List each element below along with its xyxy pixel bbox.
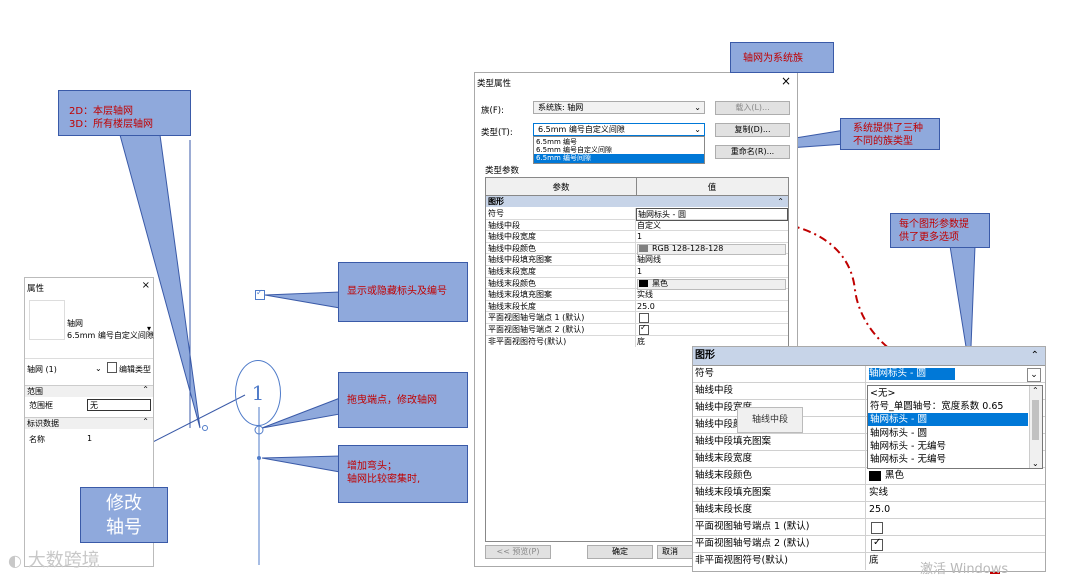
col-param: 参数 bbox=[552, 183, 570, 193]
type-value: 6.5mm 编号自定义间隙 bbox=[538, 125, 625, 134]
callout-system-family: 轴网为系统族 bbox=[730, 42, 834, 73]
callout-elbow: 增加弯头； 轴网比较密集时, bbox=[338, 445, 468, 503]
color-swatch-icon bbox=[869, 471, 881, 481]
dropdown-option[interactable]: 轴网标头 - 圆 bbox=[870, 427, 927, 440]
cancel-button[interactable]: 取消 bbox=[657, 545, 697, 559]
callout-three-types: 系统提供了三种 不同的族类型 bbox=[840, 118, 940, 150]
callout-more-options: 每个图形参数提 供了更多选项 bbox=[890, 213, 990, 248]
family-select[interactable]: 系统族: 轴网 ⌄ bbox=[533, 101, 705, 114]
edit-type-button[interactable]: 编辑类型 bbox=[119, 364, 151, 375]
close-icon[interactable]: × bbox=[781, 74, 791, 88]
group-graphics: 图形 bbox=[488, 197, 504, 206]
chevron-up-icon[interactable]: ⌃ bbox=[1032, 386, 1039, 395]
dropdown-option[interactable]: 轴网标头 - 无编号 bbox=[870, 440, 946, 453]
param-row[interactable]: 轴线末段填充图案 实线 bbox=[486, 289, 788, 301]
preview-button[interactable]: << 预览(P) bbox=[485, 545, 551, 559]
dropdown-option[interactable]: <无> bbox=[870, 387, 895, 400]
param-row[interactable]: 平面视图轴号端点 1 (默认) bbox=[486, 312, 788, 324]
range-box-value[interactable]: 无 bbox=[87, 399, 151, 411]
section-identity: 标识数据 bbox=[27, 419, 59, 428]
type-preview bbox=[29, 300, 65, 340]
section-range: 范围 bbox=[27, 387, 43, 396]
family-value: 系统族: 轴网 bbox=[538, 103, 584, 112]
col-value: 值 bbox=[707, 183, 717, 193]
param-row[interactable]: 轴线中段 自定义 bbox=[486, 219, 788, 232]
checkbox-checked[interactable]: ✓ bbox=[871, 537, 883, 551]
param-row[interactable]: 轴线中段颜色 RGB 128-128-128 bbox=[486, 242, 788, 255]
checkbox[interactable] bbox=[871, 522, 883, 534]
duplicate-button[interactable]: 复制(D)... bbox=[715, 123, 790, 137]
type-options-list: 6.5mm 编号 6.5mm 编号自定义间隙 6.5mm 编号间隙 bbox=[533, 136, 705, 164]
grid-bubble-number: 1 bbox=[251, 381, 265, 405]
callout-drag: 拖曳端点，修改轴网 bbox=[338, 372, 468, 428]
range-box-label: 范围框 bbox=[29, 401, 53, 410]
close-icon[interactable]: × bbox=[142, 280, 150, 291]
param-row[interactable]: 轴线中段填充图案 轴网线 bbox=[486, 254, 788, 266]
symbol-dropdown-list: <无> 符号_单圆轴号：宽度系数 0.65 轴网标头 - 圆 轴网标头 - 圆 … bbox=[867, 385, 1043, 469]
type-option-selected[interactable]: 6.5mm 编号间隙 bbox=[534, 154, 704, 163]
chevron-down-icon[interactable]: ▾ bbox=[147, 324, 151, 333]
param-row[interactable]: 平面视图轴号端点 2 (默认) ✓ bbox=[486, 323, 788, 336]
bubble-visibility-checkbox[interactable]: ✓ bbox=[255, 288, 265, 300]
collapse-icon[interactable]: ⌃ bbox=[777, 196, 784, 207]
type-option[interactable]: 6.5mm 编号 bbox=[536, 138, 577, 146]
edit-type-icon[interactable] bbox=[107, 362, 117, 373]
watermark-windows: 激活 Windows bbox=[920, 562, 1009, 577]
color-swatch-icon bbox=[639, 279, 648, 287]
grid-bubble[interactable]: 1 bbox=[235, 360, 281, 426]
group-graphics: 图形 bbox=[695, 350, 715, 361]
panel-title: 属性 bbox=[27, 284, 45, 294]
param-row[interactable]: 轴线末段颜色 黑色 bbox=[486, 277, 788, 290]
logo-icon: ◐ bbox=[8, 551, 22, 570]
watermark-logo: ◐ 大数跨境 bbox=[8, 550, 100, 571]
type-params-label: 类型参数 bbox=[485, 166, 520, 176]
chevron-down-icon: ⌄ bbox=[694, 125, 701, 134]
param-row[interactable]: 轴线末段填充图案 实线 bbox=[693, 485, 1045, 502]
collapse-icon[interactable]: ⌃ bbox=[1031, 347, 1039, 365]
param-row[interactable]: 轴线末段颜色 黑色 bbox=[693, 468, 1045, 485]
rename-button[interactable]: 重命名(R)... bbox=[715, 145, 790, 159]
callout-modify-number: 修改 轴号 bbox=[80, 487, 168, 543]
dropdown-option[interactable]: 符号_单圆轴号：宽度系数 0.65 bbox=[870, 400, 1003, 413]
color-swatch-icon bbox=[639, 244, 648, 252]
ok-button[interactable]: 确定 bbox=[587, 545, 653, 559]
param-row[interactable]: 平面视图轴号端点 1 (默认) bbox=[693, 519, 1045, 536]
callout-show-hide: 显示或隐藏标头及编号 bbox=[338, 262, 468, 322]
chevron-down-icon[interactable]: ⌄ bbox=[1027, 368, 1041, 382]
family-label: 族(F): bbox=[481, 106, 504, 116]
chevron-down-icon[interactable]: ⌄ bbox=[95, 364, 102, 373]
chevron-down-icon[interactable]: ⌄ bbox=[1032, 459, 1039, 468]
zoomed-param-panel: 图形 ⌃ 符号 轴网标头 - 圆 ⌄ 轴线中段 轴线中段宽度 轴线中段颜色 轴线… bbox=[692, 346, 1046, 572]
checkbox[interactable] bbox=[639, 313, 649, 324]
scrollbar[interactable]: ⌃ ⌄ bbox=[1029, 386, 1042, 468]
name-label: 名称 bbox=[29, 435, 45, 444]
check-icon: ✓ bbox=[256, 288, 263, 297]
dropdown-option-selected[interactable]: 轴网标头 - 圆 bbox=[868, 413, 1028, 426]
type-option[interactable]: 6.5mm 编号自定义间隙 bbox=[536, 146, 612, 154]
tooltip: 轴线中段 bbox=[737, 407, 803, 433]
type-select[interactable]: 6.5mm 编号自定义间隙 ⌄ bbox=[533, 123, 705, 136]
checkbox-checked[interactable]: ✓ bbox=[639, 323, 649, 335]
type-name[interactable]: 6.5mm 编号自定义间隙 bbox=[67, 330, 154, 341]
param-row[interactable]: 轴线末段长度 25.0 bbox=[693, 502, 1045, 519]
dropdown-option[interactable]: 轴网标头 - 无编号 bbox=[870, 453, 946, 466]
type-label: 类型(T): bbox=[481, 128, 513, 138]
param-row[interactable]: 符号 轴网标头 - 圆 ⌄ bbox=[693, 366, 1045, 383]
load-button[interactable]: 载入(L)... bbox=[715, 101, 790, 115]
callout-2d-3d: 2D：本层轴网 3D：所有楼层轴网 bbox=[58, 90, 191, 136]
param-row[interactable]: 轴线中段宽度 1 bbox=[486, 231, 788, 243]
param-row[interactable]: 轴线末段长度 25.0 bbox=[486, 300, 788, 313]
instance-selector[interactable]: 轴网 (1) bbox=[27, 364, 57, 375]
name-value[interactable]: 1 bbox=[87, 434, 92, 443]
chevron-down-icon: ⌄ bbox=[694, 103, 701, 112]
param-row[interactable]: 平面视图轴号端点 2 (默认) ✓ bbox=[693, 536, 1045, 553]
family-name: 轴网 bbox=[67, 319, 83, 328]
param-row[interactable]: 轴线末段宽度 1 bbox=[486, 266, 788, 278]
dialog-title: 类型属性 bbox=[477, 79, 512, 89]
collapse-icon[interactable]: ⌃ bbox=[142, 385, 149, 394]
param-row[interactable]: 符号 轴网标头 - 圆 bbox=[486, 208, 788, 221]
collapse-icon[interactable]: ⌃ bbox=[142, 417, 149, 426]
